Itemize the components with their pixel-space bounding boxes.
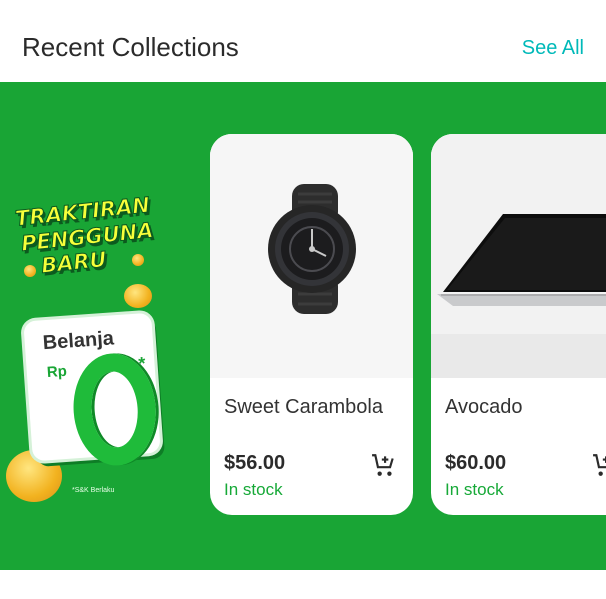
promo-card-label: Belanja <box>42 327 115 355</box>
product-price: $56.00 <box>224 452 286 474</box>
coin-icon <box>124 284 152 308</box>
collections-carousel[interactable]: TRAKTIRAN PENGGUNA BARU Belanja Rp * *S&… <box>0 82 606 570</box>
section-header: Recent Collections See All <box>0 0 606 82</box>
bottom-spacer <box>0 570 606 599</box>
product-card[interactable]: Avocado $60.00 In stock <box>431 134 606 515</box>
stock-status: In stock <box>224 480 283 499</box>
product-image-smartwatch <box>210 134 413 378</box>
stock-status: In stock <box>445 480 504 499</box>
promo-banner[interactable]: TRAKTIRAN PENGGUNA BARU Belanja Rp * *S&… <box>0 82 200 570</box>
add-to-cart-icon[interactable] <box>371 452 397 478</box>
see-all-link[interactable]: See All <box>522 37 584 60</box>
product-card[interactable]: Sweet Carambola $56.00 In stock <box>210 134 413 515</box>
coin-icon <box>132 254 144 266</box>
product-price: $60.00 <box>445 452 507 474</box>
zero-ring-graphic <box>69 350 160 469</box>
product-name: Avocado <box>445 396 523 418</box>
promo-terms: *S&K Berlaku <box>72 487 115 494</box>
promo-voucher-card: Belanja Rp * <box>23 312 161 469</box>
promo-card-asterisk: * <box>137 353 147 374</box>
section-title: Recent Collections <box>22 32 239 62</box>
product-image-laptop <box>431 134 606 378</box>
add-to-cart-icon[interactable] <box>592 452 606 478</box>
coin-icon <box>24 265 36 277</box>
promo-card-currency: Rp <box>46 362 68 382</box>
product-name: Sweet Carambola <box>224 396 383 418</box>
